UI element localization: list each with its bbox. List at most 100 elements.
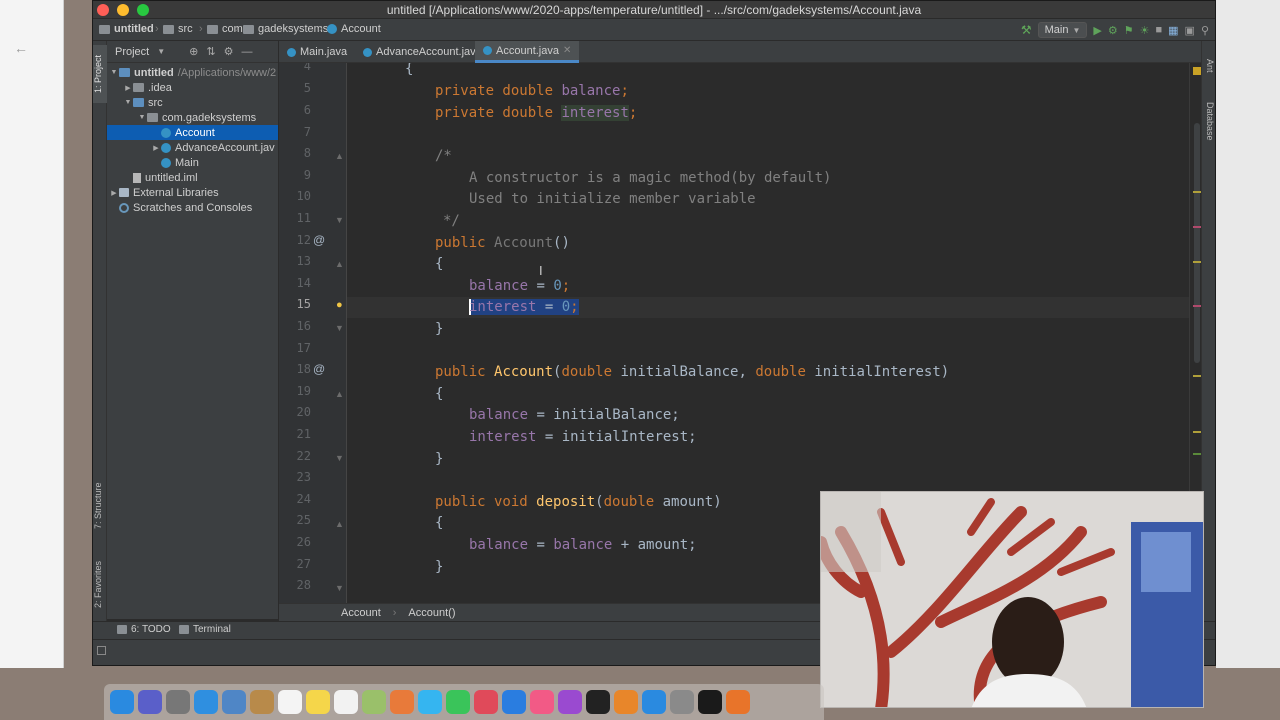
siri-icon[interactable] [138,690,162,714]
tree-item-advanceaccount[interactable]: ▶ AdvanceAccount.jav [107,140,278,155]
nav-crumb-src[interactable]: src [163,23,193,35]
tool-tab-structure[interactable]: 7: Structure [93,471,107,541]
tool-tab-database[interactable]: Database [1203,93,1215,149]
project-structure-icon[interactable]: ▦ [1168,24,1178,37]
code-line-9: A constructor is a magic method(by defau… [469,170,832,186]
line-number: 25 [296,513,311,527]
reminders-icon[interactable] [334,690,358,714]
implements-at-icon[interactable]: @ [313,233,325,247]
news-icon[interactable] [474,690,498,714]
run-configuration-select[interactable]: Main ▼ [1037,22,1088,38]
tree-item-scratches[interactable]: Scratches and Consoles [107,200,278,215]
hide-icon[interactable]: — [241,46,252,58]
run-icon[interactable]: ▶ [1093,24,1101,37]
fold-arrow-icon[interactable]: ▲ [335,519,344,529]
messages-icon[interactable] [418,690,442,714]
sublime-text-icon[interactable] [726,690,750,714]
info-mark[interactable] [1193,305,1201,307]
nav-crumb-class[interactable]: Account [327,23,381,35]
tab-main-java[interactable]: Main.java [279,41,355,63]
expand-arrow-icon[interactable]: ▶ [109,189,119,197]
terminal-tool-button[interactable]: Terminal [179,624,231,635]
calendar-icon[interactable] [278,690,302,714]
expand-arrow-icon[interactable]: ▶ [123,84,133,92]
build-hammer-icon[interactable]: ⚒ [1021,23,1032,37]
finder-icon[interactable] [110,690,134,714]
layout-toggle-icon[interactable] [97,646,106,655]
breadcrumb-method[interactable]: Account() [408,607,455,619]
facetime-icon[interactable] [446,690,470,714]
tree-item-main[interactable]: Main [107,155,278,170]
layout-icon[interactable]: ▣ [1185,24,1195,37]
warning-indicator-icon[interactable] [1193,67,1201,75]
fold-arrow-icon[interactable]: ▼ [335,583,344,593]
warning-mark[interactable] [1193,431,1201,433]
line-number: 6 [303,103,311,117]
tool-tab-favorites[interactable]: 2: Favorites [93,549,107,619]
fold-arrow-icon[interactable]: ▼ [335,215,344,225]
tool-tab-project[interactable]: 1: Project [93,45,107,103]
debug-icon[interactable]: ⚙ [1108,24,1118,37]
tree-item-src[interactable]: ▼ src [107,95,278,110]
music-icon[interactable] [530,690,554,714]
collapse-all-icon[interactable]: ⇅ [206,45,215,58]
expand-arrow-icon[interactable]: ▼ [123,99,133,106]
coverage-icon[interactable]: ⚑ [1124,24,1134,37]
locate-icon[interactable]: ⊕ [189,45,198,58]
nav-crumb-project[interactable]: untitled [99,23,154,35]
project-view-selector[interactable]: Project [115,46,149,58]
code-line-12: public Account() [435,235,570,251]
tree-item-account[interactable]: Account [107,125,278,140]
stop-icon[interactable]: ■ [1155,24,1162,36]
profile-icon[interactable]: ☀ [1140,24,1150,37]
nav-crumb-package[interactable]: gadeksystems [243,23,328,35]
fold-arrow-icon[interactable]: ▲ [335,151,344,161]
tree-item-package[interactable]: ▼ com.gadeksystems [107,110,278,125]
tree-item-untitled[interactable]: ▼ untitled /Applications/www/2 [107,65,278,80]
app-store-icon[interactable] [642,690,666,714]
safari-icon[interactable] [194,690,218,714]
fold-arrow-icon[interactable]: ▼ [335,453,344,463]
breadcrumb-class[interactable]: Account [341,607,381,619]
tree-item-untitled-iml[interactable]: untitled.iml [107,170,278,185]
contacts-icon[interactable] [250,690,274,714]
books-icon[interactable] [614,690,638,714]
info-mark[interactable] [1193,226,1201,228]
tree-item-external-libraries[interactable]: ▶ External Libraries [107,185,278,200]
todo-tool-button[interactable]: 6: TODO [117,624,171,635]
tab-account-java[interactable]: Account.java ✕ [475,41,580,63]
system-preferences-icon[interactable] [670,690,694,714]
terminal-app-icon[interactable] [698,690,722,714]
warning-mark[interactable] [1193,191,1201,193]
close-tab-icon[interactable]: ✕ [563,45,571,56]
warning-mark[interactable] [1193,375,1201,377]
expand-arrow-icon[interactable]: ▶ [151,144,161,152]
code-line-6: private double interest; [435,105,638,121]
vertical-scrollbar[interactable] [1194,123,1200,363]
photos-icon[interactable] [390,690,414,714]
expand-arrow-icon[interactable]: ▼ [137,114,147,121]
change-mark[interactable] [1193,453,1201,455]
expand-arrow-icon[interactable]: ▼ [109,69,119,76]
back-arrow-icon[interactable]: ← [14,40,28,56]
fold-arrow-icon[interactable]: ▼ [335,323,344,333]
gear-icon[interactable]: ⚙ [224,45,234,58]
maps-icon[interactable] [362,690,386,714]
tv-icon[interactable] [586,690,610,714]
notes-icon[interactable] [306,690,330,714]
preview-icon[interactable] [222,690,246,714]
tree-item-idea[interactable]: ▶ .idea [107,80,278,95]
code-line-20: balance = initialBalance; [469,407,680,423]
tab-advanceaccount-java[interactable]: AdvanceAccount.java [355,41,490,63]
implements-at-icon[interactable]: @ [313,362,325,376]
fold-arrow-icon[interactable]: ▲ [335,259,344,269]
fold-arrow-icon[interactable]: ▲ [335,389,344,399]
launchpad-icon[interactable] [166,690,190,714]
chevron-down-icon[interactable]: ▼ [157,47,165,56]
intention-bulb-icon[interactable]: ● [336,299,343,311]
podcasts-icon[interactable] [558,690,582,714]
warning-mark[interactable] [1193,261,1201,263]
search-icon[interactable]: ⚲ [1201,24,1209,37]
keynote-icon[interactable] [502,690,526,714]
tool-tab-ant[interactable]: Ant [1203,51,1215,81]
